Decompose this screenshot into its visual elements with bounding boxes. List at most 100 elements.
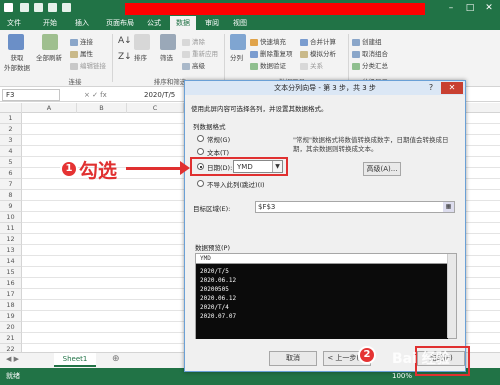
destination-input[interactable]: $F$3 ▦ xyxy=(255,201,455,213)
consolidate-button[interactable]: 合并计算 xyxy=(300,36,336,46)
connections-button[interactable]: 连接 xyxy=(70,36,93,46)
refresh-all-icon xyxy=(42,34,58,50)
row-header[interactable]: 12 xyxy=(0,234,22,245)
ungroup-icon xyxy=(352,50,360,58)
group-button[interactable]: 创建组 xyxy=(352,36,382,46)
tab-formulas[interactable]: 公式 xyxy=(142,16,166,30)
sort-button[interactable]: 排序 xyxy=(134,52,147,62)
row-header[interactable]: 19 xyxy=(0,311,22,322)
get-external-data-button[interactable]: 获取 外部数据 xyxy=(2,52,32,72)
ribbon-tabs: 文件 开始 插入 页面布局 公式 数据 审阅 视图 xyxy=(0,16,500,30)
group-icon xyxy=(352,38,360,46)
advanced-button[interactable]: 高级(A)... xyxy=(363,162,401,176)
subtotal-button[interactable]: 分类汇总 xyxy=(352,60,388,70)
group-divider xyxy=(112,34,113,82)
row-header[interactable]: 3 xyxy=(0,135,22,146)
help-icon[interactable]: ? xyxy=(425,82,437,94)
clear-button[interactable]: 清除 xyxy=(182,36,205,46)
row-header[interactable]: 7 xyxy=(0,179,22,190)
formula-buttons[interactable]: × ✓ fx xyxy=(84,89,107,101)
sort-asc-icon[interactable]: A↓ xyxy=(118,36,132,46)
text-to-columns-button[interactable]: 分列 xyxy=(230,52,243,62)
sheet-tab[interactable]: Sheet1 xyxy=(54,353,96,367)
save-icon[interactable] xyxy=(20,3,29,12)
reapply-button[interactable]: 重新应用 xyxy=(182,48,218,58)
get-external-data-icon xyxy=(8,34,24,50)
tab-view[interactable]: 视图 xyxy=(228,16,252,30)
relationships-icon xyxy=(300,62,308,70)
row-header[interactable]: 14 xyxy=(0,256,22,267)
preview-label: 数据预览(P) xyxy=(195,244,230,252)
data-validation-button[interactable]: 数据验证 xyxy=(250,60,286,70)
annotation-arrow xyxy=(126,167,184,170)
select-all-corner[interactable] xyxy=(0,103,22,113)
dialog-title: 文本分列向导 - 第 3 步，共 3 步 xyxy=(185,81,465,95)
row-header[interactable]: 8 xyxy=(0,190,22,201)
close-window-icon[interactable]: ✕ xyxy=(480,2,498,14)
step-badge-2: 2 xyxy=(358,346,376,364)
row-header[interactable]: 15 xyxy=(0,267,22,278)
label-general: 常规(G) xyxy=(207,136,231,144)
row-header[interactable]: 11 xyxy=(0,223,22,234)
data-preview[interactable]: YMD 2020/T/5 2020.06.12 20200505 2020.06… xyxy=(195,253,457,339)
row-header[interactable]: 16 xyxy=(0,278,22,289)
relationships-button[interactable]: 关系 xyxy=(300,60,323,70)
close-icon[interactable]: ✕ xyxy=(441,82,463,94)
remove-duplicates-button[interactable]: 删除重复项 xyxy=(250,48,293,58)
sheet-nav-icon[interactable]: ◀ ▶ xyxy=(6,355,19,363)
sort-desc-icon[interactable]: Z↓ xyxy=(118,52,132,62)
preview-scrollbar[interactable] xyxy=(447,254,456,338)
radio-skip[interactable] xyxy=(197,180,204,187)
maximize-icon[interactable]: □ xyxy=(461,2,479,14)
annotation-label: 勾选 xyxy=(79,160,118,182)
destination-value: $F$3 xyxy=(258,203,276,211)
flash-fill-button[interactable]: 快速填充 xyxy=(250,36,286,46)
clear-icon xyxy=(182,38,190,46)
edit-links-button[interactable]: 编辑链接 xyxy=(70,60,106,70)
tab-page-layout[interactable]: 页面布局 xyxy=(100,16,140,30)
name-box[interactable]: F3 xyxy=(2,89,60,101)
row-header[interactable]: 5 xyxy=(0,157,22,168)
row-header[interactable]: 1 xyxy=(0,113,22,124)
preview-row: 2020/T/5 xyxy=(200,268,229,275)
add-sheet-icon[interactable]: ⊕ xyxy=(112,354,120,364)
what-if-button[interactable]: 模拟分析 xyxy=(300,48,336,58)
row-header[interactable]: 18 xyxy=(0,300,22,311)
filter-button[interactable]: 筛选 xyxy=(160,52,173,62)
column-header-b[interactable]: B xyxy=(77,103,127,113)
range-picker-icon[interactable]: ▦ xyxy=(443,202,454,212)
row-header[interactable]: 13 xyxy=(0,245,22,256)
row-header[interactable]: 6 xyxy=(0,168,22,179)
row-header[interactable]: 20 xyxy=(0,322,22,333)
row-header[interactable]: 17 xyxy=(0,289,22,300)
row-header[interactable]: 9 xyxy=(0,201,22,212)
ungroup-button[interactable]: 取消组合 xyxy=(352,48,388,58)
tab-review[interactable]: 审阅 xyxy=(200,16,224,30)
column-header-c[interactable]: C xyxy=(127,103,184,113)
preview-row: 2020/T/4 xyxy=(200,304,229,311)
date-option-highlight xyxy=(190,157,288,176)
radio-text[interactable] xyxy=(197,148,204,155)
column-header-a[interactable]: A xyxy=(22,103,77,113)
radio-general[interactable] xyxy=(197,135,204,142)
group-divider xyxy=(224,34,225,82)
tab-home[interactable]: 开始 xyxy=(36,16,64,30)
customize-icon[interactable] xyxy=(62,3,71,12)
row-header[interactable]: 21 xyxy=(0,333,22,344)
undo-icon[interactable] xyxy=(34,3,43,12)
row-header[interactable]: 10 xyxy=(0,212,22,223)
tab-data[interactable]: 数据 xyxy=(170,16,196,30)
tab-insert[interactable]: 插入 xyxy=(68,16,96,30)
tab-file[interactable]: 文件 xyxy=(0,16,28,30)
row-header[interactable]: 4 xyxy=(0,146,22,157)
advanced-filter-button[interactable]: 高级 xyxy=(182,60,205,70)
redo-icon[interactable] xyxy=(48,3,57,12)
minimize-icon[interactable]: – xyxy=(442,2,460,14)
preview-row: 2020.06.12 xyxy=(200,277,237,284)
properties-button[interactable]: 属性 xyxy=(70,48,93,58)
cancel-button[interactable]: 取消 xyxy=(269,351,317,366)
formula-input[interactable]: 2020/T/5 xyxy=(144,89,175,101)
edit-links-icon xyxy=(70,62,78,70)
refresh-all-button[interactable]: 全部刷新 xyxy=(36,52,62,62)
row-header[interactable]: 2 xyxy=(0,124,22,135)
